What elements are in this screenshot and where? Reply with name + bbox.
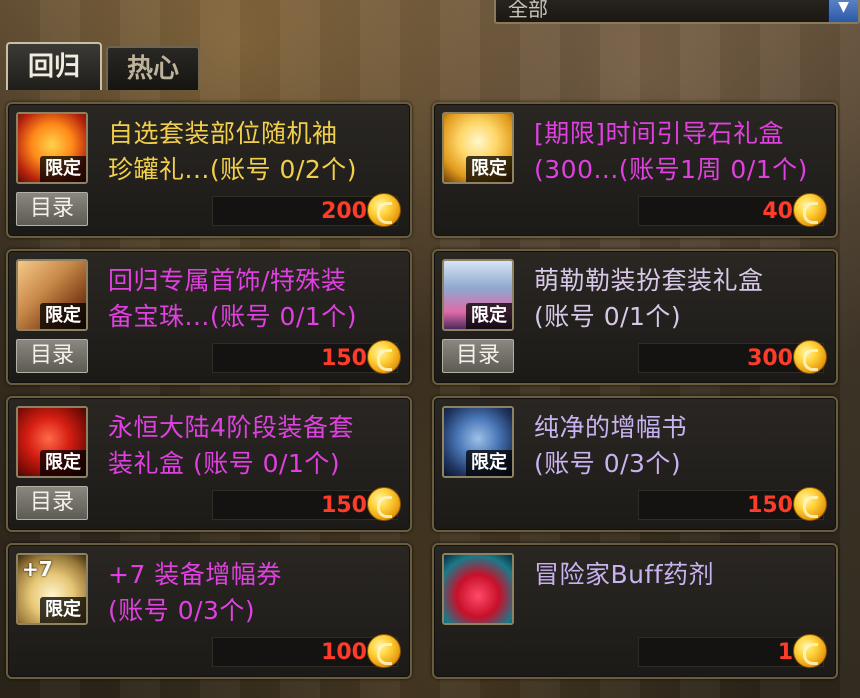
- shop-item-card[interactable]: 限定 目录 永恒大陆4阶段装备套 装礼盒 (账号 0/1个) 150: [6, 396, 412, 532]
- coin-icon: [367, 193, 401, 227]
- item-name: 永恒大陆4阶段装备套 装礼盒 (账号 0/1个): [108, 413, 354, 478]
- catalog-button[interactable]: 目录: [442, 339, 514, 373]
- limited-badge: 限定: [466, 303, 512, 329]
- category-dropdown-value: 全部: [508, 0, 548, 21]
- price-value: 150: [747, 493, 793, 518]
- plus7-ticket-icon: +7 限定: [16, 553, 88, 625]
- item-name: [期限]时间引导石礼盒 (300...(账号1周 0/1个): [534, 119, 808, 184]
- red-helmet-box-icon: 限定: [16, 406, 88, 478]
- shop-item-card[interactable]: 冒险家Buff药剂 1: [432, 543, 838, 679]
- price-bar: 1: [638, 634, 827, 668]
- coin-icon: [367, 340, 401, 374]
- limited-badge: 限定: [40, 303, 86, 329]
- catalog-button[interactable]: 目录: [16, 339, 88, 373]
- tab-return[interactable]: 回归: [6, 42, 102, 90]
- shop-item-card[interactable]: +7 限定 +7 装备增幅券 (账号 0/3个) 100: [6, 543, 412, 679]
- price-value: 300: [747, 346, 793, 371]
- price-bar: 150: [212, 340, 401, 374]
- gift-box-icon: 限定: [16, 112, 88, 184]
- coin-icon: [793, 634, 827, 668]
- shop-item-card[interactable]: 限定 目录 回归专属首饰/特殊装 备宝珠...(账号 0/1个) 150: [6, 249, 412, 385]
- amplify-book-icon: 限定: [442, 406, 514, 478]
- item-name: 萌勒勒装扮套装礼盒 (账号 0/1个): [534, 266, 764, 331]
- price-value: 200: [321, 199, 367, 224]
- buff-potion-icon: [442, 553, 514, 625]
- shop-item-card[interactable]: 限定 纯净的增幅书 (账号 0/3个) 150: [432, 396, 838, 532]
- item-name: 回归专属首饰/特殊装 备宝珠...(账号 0/1个): [108, 266, 358, 331]
- coin-icon: [367, 487, 401, 521]
- clock-chest-icon: 限定: [442, 112, 514, 184]
- price-value: 100: [321, 640, 367, 665]
- price-value: 1: [777, 640, 793, 665]
- category-dropdown[interactable]: 全部 ▼: [494, 0, 860, 24]
- price-bar: 100: [212, 634, 401, 668]
- price-value: 150: [321, 346, 367, 371]
- limited-badge: 限定: [466, 156, 512, 182]
- item-name: +7 装备增幅券 (账号 0/3个): [108, 560, 282, 625]
- costume-box-icon: 限定: [442, 259, 514, 331]
- shop-item-card[interactable]: 限定 目录 自选套装部位随机袖 珍罐礼...(账号 0/2个) 200: [6, 102, 412, 238]
- coin-icon: [793, 193, 827, 227]
- item-name: 冒险家Buff药剂: [534, 560, 715, 589]
- catalog-button[interactable]: 目录: [16, 192, 88, 226]
- coin-icon: [793, 487, 827, 521]
- price-value: 150: [321, 493, 367, 518]
- price-value: 40: [762, 199, 793, 224]
- chevron-down-icon[interactable]: ▼: [828, 0, 858, 22]
- tab-hot-label: 热心: [126, 54, 179, 84]
- catalog-button[interactable]: 目录: [16, 486, 88, 520]
- price-bar: 200: [212, 193, 401, 227]
- tab-return-label: 回归: [27, 52, 80, 82]
- jewel-box-icon: 限定: [16, 259, 88, 331]
- plus7-text-icon: +7: [22, 557, 53, 581]
- price-bar: 40: [638, 193, 827, 227]
- item-name: 自选套装部位随机袖 珍罐礼...(账号 0/2个): [108, 119, 358, 184]
- limited-badge: 限定: [466, 450, 512, 476]
- tab-hot[interactable]: 热心: [106, 46, 200, 90]
- limited-badge: 限定: [40, 450, 86, 476]
- limited-badge: 限定: [40, 156, 86, 182]
- price-bar: 150: [638, 487, 827, 521]
- coin-icon: [367, 634, 401, 668]
- coin-icon: [793, 340, 827, 374]
- price-bar: 150: [212, 487, 401, 521]
- limited-badge: 限定: [40, 597, 86, 623]
- price-bar: 300: [638, 340, 827, 374]
- item-name: 纯净的增幅书 (账号 0/3个): [534, 413, 688, 478]
- shop-item-card[interactable]: 限定 [期限]时间引导石礼盒 (300...(账号1周 0/1个) 40: [432, 102, 838, 238]
- shop-item-card[interactable]: 限定 目录 萌勒勒装扮套装礼盒 (账号 0/1个) 300: [432, 249, 838, 385]
